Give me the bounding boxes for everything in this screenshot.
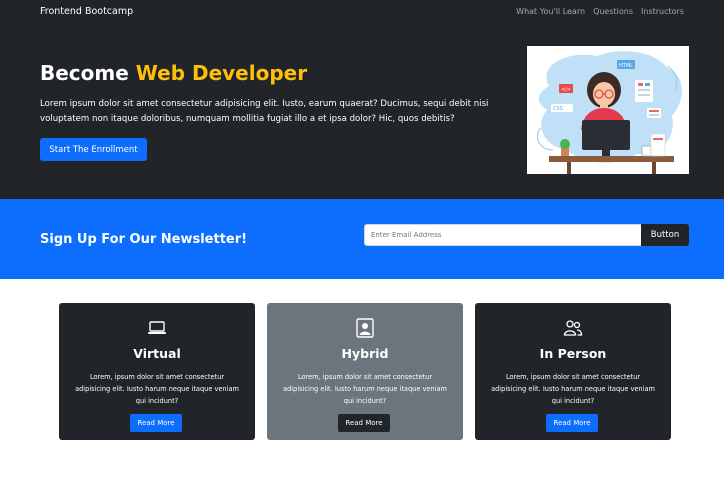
newsletter-submit-button[interactable]: Button (641, 224, 689, 246)
card-text: Lorem, ipsum dolor sit amet consectetur … (283, 373, 447, 405)
nav-link-learn[interactable]: What You'll Learn (516, 7, 585, 16)
card-hybrid: Hybrid Lorem, ipsum dolor sit amet conse… (267, 303, 463, 440)
hero-description: Lorem ipsum dolor sit amet consectetur a… (40, 99, 489, 124)
card-title: In Person (539, 346, 607, 361)
card-virtual: Virtual Lorem, ipsum dolor sit amet cons… (59, 303, 255, 440)
card-text: Lorem, ipsum dolor sit amet consectetur … (75, 373, 239, 405)
illustration-label-code: </> (561, 87, 571, 93)
card-title: Hybrid (341, 346, 389, 361)
hero-title-accent: Web Developer (135, 61, 308, 85)
brand-logo[interactable]: Frontend Bootcamp (40, 6, 133, 17)
start-enrollment-button[interactable]: Start The Enrollment (40, 138, 147, 161)
hero-title-prefix: Become (40, 61, 136, 85)
illustration-label-css: CSS (553, 106, 563, 112)
card-in-person: In Person Lorem, ipsum dolor sit amet co… (475, 303, 671, 440)
read-more-button[interactable]: Read More (546, 414, 598, 432)
hero-illustration: HTML </> CSS (527, 46, 689, 174)
illustration-label-html: HTML (619, 63, 633, 69)
email-input[interactable] (364, 224, 642, 246)
navbar: Frontend Bootcamp What You'll Learn Ques… (0, 0, 724, 24)
people-icon (563, 320, 583, 336)
read-more-button[interactable]: Read More (338, 414, 390, 432)
hero-title: Become Web Developer (40, 61, 307, 85)
laptop-icon (148, 321, 166, 334)
nav-link-instructors[interactable]: Instructors (641, 7, 684, 16)
card-text: Lorem, ipsum dolor sit amet consectetur … (491, 373, 655, 405)
newsletter-title: Sign Up For Our Newsletter! (40, 232, 248, 247)
card-title: Virtual (133, 346, 181, 361)
person-badge-icon (356, 318, 374, 338)
nav-links: What You'll Learn Questions Instructors (516, 7, 684, 16)
nav-link-questions[interactable]: Questions (593, 7, 633, 16)
developer-illustration: HTML </> CSS (537, 51, 682, 174)
read-more-button[interactable]: Read More (130, 414, 182, 432)
hero-section: Become Web Developer Lorem ipsum dolor s… (0, 24, 724, 199)
newsletter-section: Sign Up For Our Newsletter! Button (0, 199, 724, 279)
